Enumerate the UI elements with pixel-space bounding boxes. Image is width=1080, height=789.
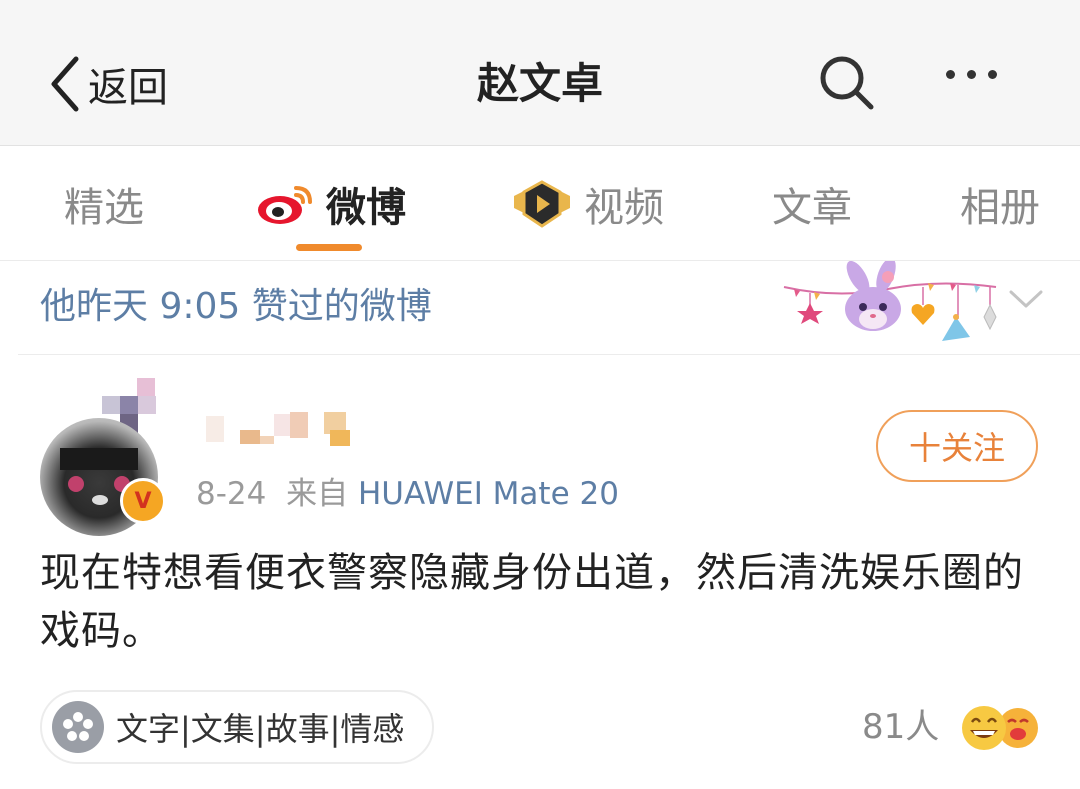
post-source-prefix: 来自 — [286, 476, 349, 512]
topic-label: 文字|文集|故事|情感 — [116, 710, 405, 748]
follow-label: 十关注 — [908, 429, 1005, 467]
top-nav-bar: 返回 赵文卓 — [0, 0, 1080, 146]
party-garland-icon — [783, 261, 997, 341]
liked-banner: 他昨天 9:05 赞过的微博 — [0, 261, 1080, 355]
post-meta: 8-24 来自 HUAWEI Mate 20 — [196, 470, 619, 518]
page-title: 赵文卓 — [476, 59, 603, 108]
more-button[interactable] — [946, 70, 997, 79]
liked-banner-text: 他昨天 9:05 赞过的微博 — [40, 286, 432, 327]
tab-video[interactable]: 视频 — [512, 176, 664, 232]
tab-label: 精选 — [64, 185, 144, 231]
post-source[interactable]: HUAWEI Mate 20 — [358, 476, 619, 512]
more-icon-dot — [946, 70, 955, 79]
more-icon-dot — [967, 70, 976, 79]
tab-label: 微博 — [326, 185, 406, 231]
tab-label: 相册 — [960, 185, 1040, 231]
tab-label: 视频 — [584, 185, 664, 231]
weibo-logo-icon — [256, 182, 314, 226]
chevron-down-icon[interactable] — [1008, 288, 1044, 310]
tab-featured[interactable]: 精选 — [64, 176, 144, 232]
verified-badge-icon: V — [120, 478, 166, 524]
profile-tabs: 精选 微博 视频 文章 相册 — [0, 146, 1080, 261]
follow-button[interactable]: 十关注 — [876, 410, 1038, 482]
tab-articles[interactable]: 文章 — [772, 176, 852, 232]
divider — [18, 354, 1080, 355]
post-date: 8-24 — [196, 476, 267, 512]
active-tab-indicator — [296, 244, 362, 251]
topic-tag[interactable]: 文字|文集|故事|情感 — [40, 690, 435, 764]
search-icon — [820, 56, 874, 110]
post-content: 现在特想看便衣警察隐藏身份出道，然后清洗娱乐圈的戏码。 — [40, 550, 1024, 654]
flower-icon — [52, 701, 104, 753]
tab-label: 文章 — [772, 185, 852, 231]
likes-count[interactable]: 81人 — [862, 702, 939, 752]
more-icon-dot — [988, 70, 997, 79]
tab-albums[interactable]: 相册 — [960, 176, 1040, 232]
reaction-emojis-icon[interactable] — [956, 700, 1046, 756]
video-badge-icon — [512, 180, 572, 228]
tab-weibo[interactable]: 微博 — [256, 176, 406, 232]
username-pixelated[interactable] — [200, 408, 380, 452]
search-button[interactable] — [818, 54, 876, 116]
avatar[interactable]: V — [40, 378, 166, 536]
